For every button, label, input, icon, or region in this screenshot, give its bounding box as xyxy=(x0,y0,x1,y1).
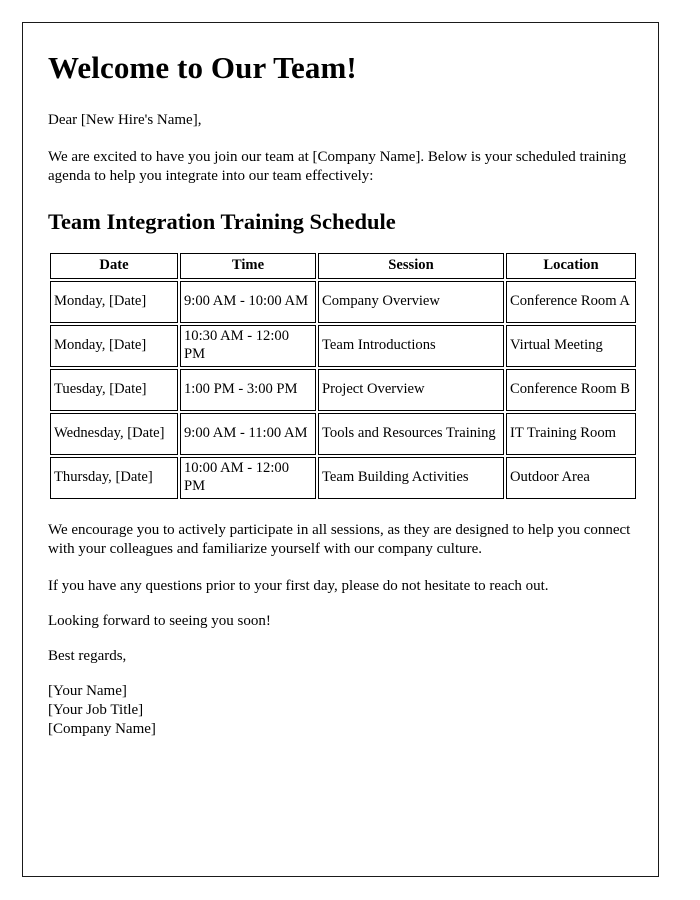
cell-session: Team Introductions xyxy=(318,324,504,367)
section-heading: Team Integration Training Schedule xyxy=(48,208,396,234)
cell-time: 9:00 AM - 10:00 AM xyxy=(180,280,316,323)
sign-off: Best regards, xyxy=(48,648,127,665)
table-row: Tuesday, [Date] 1:00 PM - 3:00 PM Projec… xyxy=(50,368,636,411)
cell-time: 10:30 AM - 12:00 PM xyxy=(180,324,316,367)
cell-date: Monday, [Date] xyxy=(50,280,178,323)
signature-company: [Company Name] xyxy=(48,720,156,737)
cell-location: Conference Room A xyxy=(506,280,636,323)
cell-location: IT Training Room xyxy=(506,412,636,455)
page-title: Welcome to Our Team! xyxy=(48,50,357,85)
signature-block: [Your Name] [Your Job Title] [Company Na… xyxy=(48,682,632,738)
cell-session: Company Overview xyxy=(318,280,504,323)
salutation: Dear [New Hire's Name], xyxy=(48,112,202,129)
table-row: Monday, [Date] 9:00 AM - 10:00 AM Compan… xyxy=(50,280,636,323)
encouragement-paragraph: We encourage you to actively participate… xyxy=(48,521,631,557)
document-body: Welcome to Our Team! Dear [New Hire's Na… xyxy=(23,23,658,738)
cell-location: Conference Room B xyxy=(506,368,636,411)
cell-session: Tools and Resources Training xyxy=(318,412,504,455)
document-page: Welcome to Our Team! Dear [New Hire's Na… xyxy=(22,22,659,877)
column-header-session: Session xyxy=(318,252,504,279)
closing-block: We encourage you to actively participate… xyxy=(48,521,632,667)
cell-time: 1:00 PM - 3:00 PM xyxy=(180,368,316,411)
intro-paragraph: We are excited to have you join our team… xyxy=(48,149,627,185)
column-header-date: Date xyxy=(50,252,178,279)
closing-line: Looking forward to seeing you soon! xyxy=(48,613,271,630)
table-row: Wednesday, [Date] 9:00 AM - 11:00 AM Too… xyxy=(50,412,636,455)
cell-session: Project Overview xyxy=(318,368,504,411)
table-row: Monday, [Date] 10:30 AM - 12:00 PM Team … xyxy=(50,324,636,367)
cell-date: Tuesday, [Date] xyxy=(50,368,178,411)
cell-date: Wednesday, [Date] xyxy=(50,412,178,455)
cell-session: Team Building Activities xyxy=(318,456,504,499)
cell-date: Monday, [Date] xyxy=(50,324,178,367)
table-row: Thursday, [Date] 10:00 AM - 12:00 PM Tea… xyxy=(50,456,636,499)
cell-location: Virtual Meeting xyxy=(506,324,636,367)
cell-location: Outdoor Area xyxy=(506,456,636,499)
questions-paragraph: If you have any questions prior to your … xyxy=(48,577,549,594)
column-header-time: Time xyxy=(180,252,316,279)
table-header-row: Date Time Session Location xyxy=(50,252,636,279)
column-header-location: Location xyxy=(506,252,636,279)
cell-time: 9:00 AM - 11:00 AM xyxy=(180,412,316,455)
cell-time: 10:00 AM - 12:00 PM xyxy=(180,456,316,499)
signature-name: [Your Name] xyxy=(48,683,127,700)
cell-date: Thursday, [Date] xyxy=(50,456,178,499)
signature-job-title: [Your Job Title] xyxy=(48,702,144,719)
training-schedule-table: Date Time Session Location Monday, [Date… xyxy=(48,251,638,501)
